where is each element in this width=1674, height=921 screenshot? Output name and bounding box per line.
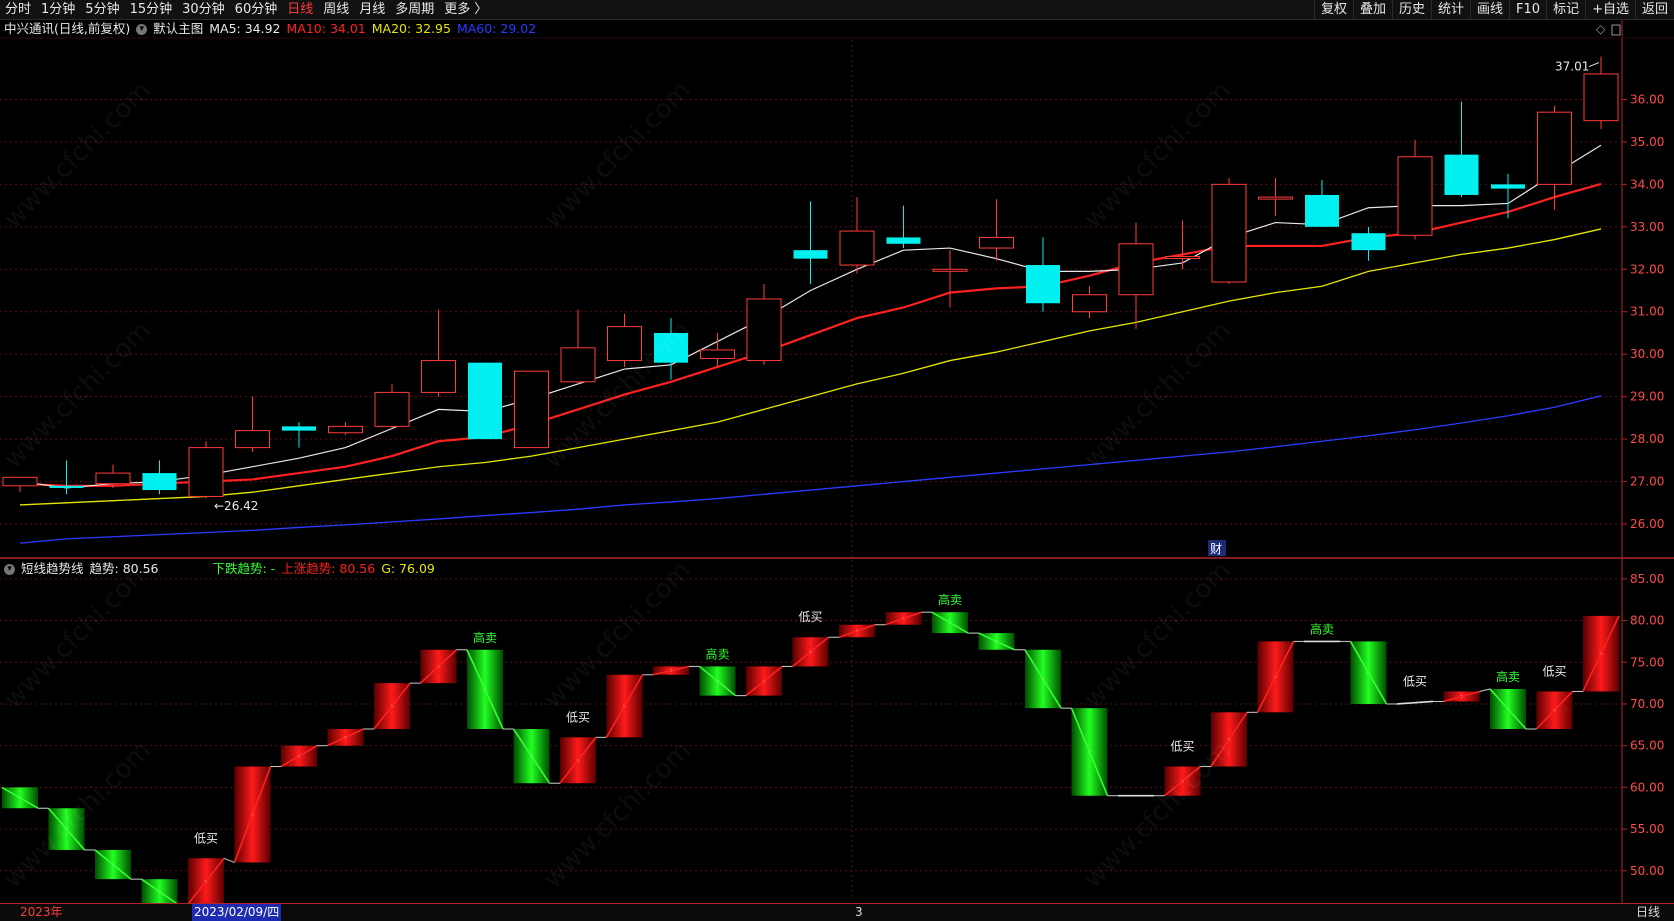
candle-body-11 xyxy=(514,370,549,449)
ma60-line xyxy=(19,395,1602,544)
candle-body-6 xyxy=(282,426,316,431)
month-label: 3 xyxy=(855,905,863,919)
signal-label-30: 低买 xyxy=(1403,674,1427,688)
candle-body-1 xyxy=(49,485,84,488)
candle-body-21 xyxy=(979,236,1014,249)
period-label[interactable]: 日线 xyxy=(1636,904,1660,921)
candle-body-18 xyxy=(839,230,875,266)
signal-label-4: 低买 xyxy=(194,831,218,845)
ma20-value: MA20: 32.95 xyxy=(371,21,451,36)
trend-connector-32 xyxy=(1479,688,1491,692)
fin-marker: 财 xyxy=(1210,542,1222,556)
main-tick-label-10: 36.00 xyxy=(1630,92,1664,106)
candle-body-25 xyxy=(1165,256,1200,260)
candle-body-33 xyxy=(1537,111,1572,185)
high-price-arrow xyxy=(1588,62,1600,68)
signal-label-15: 高卖 xyxy=(706,646,730,661)
sub-tick-label-3: 65.00 xyxy=(1630,739,1664,753)
main-tick-label-3: 29.00 xyxy=(1630,390,1664,404)
candle-body-13 xyxy=(607,326,642,362)
main-tick-label-9: 35.00 xyxy=(1630,135,1664,149)
g-value: G: 76.09 xyxy=(381,561,435,576)
sub-tick-label-5: 75.00 xyxy=(1630,655,1664,669)
candle-body-22 xyxy=(1026,265,1060,304)
trend-value: 趋势: 80.56 xyxy=(89,561,159,576)
candle-body-29 xyxy=(1351,233,1386,251)
candle-body-0 xyxy=(2,476,38,487)
signal-label-25: 低买 xyxy=(1171,740,1195,754)
candle-body-4 xyxy=(188,447,224,497)
candle-body-20 xyxy=(932,268,968,272)
main-tick-label-6: 32.00 xyxy=(1630,262,1664,276)
candle-body-24 xyxy=(1118,243,1154,296)
candle-body-17 xyxy=(793,250,828,259)
date-axis-bar: 2023年 2023/02/09/四 3 日线 xyxy=(0,903,1674,921)
signal-label-12: 低买 xyxy=(566,710,590,724)
diamond-icon: ◇ xyxy=(1596,22,1606,36)
main-tick-label-1: 27.00 xyxy=(1630,475,1664,489)
signal-label-33: 低买 xyxy=(1543,664,1567,678)
main-tick-label-0: 26.00 xyxy=(1630,517,1664,531)
template-toggle-icon[interactable]: ▾ xyxy=(136,23,148,35)
panel-toggle-icon xyxy=(1611,24,1621,36)
indicator-title[interactable]: 短线趋势线 xyxy=(21,560,84,578)
candle-body-15 xyxy=(700,349,735,359)
candle-body-10 xyxy=(468,362,502,440)
main-tick-label-2: 28.00 xyxy=(1630,432,1664,446)
main-tick-label-7: 33.00 xyxy=(1630,220,1664,234)
ma5-value: MA5: 34.92 xyxy=(209,21,281,36)
signal-label-10: 高卖 xyxy=(473,630,497,645)
candle-body-23 xyxy=(1072,294,1107,313)
candle-body-28 xyxy=(1305,194,1339,227)
main-tick-label-5: 31.00 xyxy=(1630,305,1664,319)
candle-body-32 xyxy=(1491,184,1525,189)
ma10-value: MA10: 34.01 xyxy=(286,21,366,36)
sub-tick-label-0: 50.00 xyxy=(1630,864,1664,878)
chart-canvas[interactable]: 26.00 27.00 28.00 29.00 30.00 31.00 32.00 33.00… xyxy=(0,0,1674,920)
sub-tick-label-7: 85.00 xyxy=(1630,572,1664,586)
year-label: 2023年 xyxy=(20,905,63,919)
sub-tick-label-6: 80.00 xyxy=(1630,614,1664,628)
candle-body-7 xyxy=(328,425,363,434)
up-trend-value: 上涨趋势: 80.56 xyxy=(281,561,376,576)
indicator-toggle-icon[interactable]: ▾ xyxy=(4,563,15,575)
candle-body-2 xyxy=(95,472,131,485)
trend-connector-5 xyxy=(223,857,235,863)
signal-label-32: 高卖 xyxy=(1496,669,1520,684)
candle-body-26 xyxy=(1211,183,1247,283)
stock-title[interactable]: 中兴通讯(日线,前复权) xyxy=(4,20,130,38)
template-name[interactable]: 默认主图 xyxy=(153,20,203,38)
candle-body-30 xyxy=(1397,156,1433,236)
candle-body-8 xyxy=(374,391,410,427)
ma60-value: MA60: 29.02 xyxy=(456,21,537,36)
candle-body-12 xyxy=(560,347,596,383)
sub-chart-legend: ▾ 短线趋势线 趋势: 80.56 下跌趋势: - 上涨趋势: 80.56 G:… xyxy=(4,560,435,578)
main-chart-legend: 中兴通讯(日线,前复权) ▾ 默认主图 MA5: 34.92 MA10: 34.… xyxy=(4,20,536,38)
signal-label-28: 高卖 xyxy=(1310,621,1334,636)
selected-date: 2023/02/09/四 xyxy=(192,904,282,921)
main-tick-label-8: 34.00 xyxy=(1630,177,1664,191)
sub-tick-label-1: 55.00 xyxy=(1630,822,1664,836)
candle-body-31 xyxy=(1444,154,1479,195)
candle-body-9 xyxy=(421,360,456,393)
sub-tick-label-4: 70.00 xyxy=(1630,697,1664,711)
signal-label-17: 低买 xyxy=(799,610,823,624)
candle-body-16 xyxy=(746,298,782,362)
low-price-label: ←26.42 xyxy=(214,499,258,513)
sub-tick-label-2: 60.00 xyxy=(1630,780,1664,794)
candle-body-3 xyxy=(142,473,177,491)
candle-body-5 xyxy=(235,430,270,449)
candle-body-27 xyxy=(1258,196,1293,200)
candle-body-34 xyxy=(1583,73,1619,122)
down-trend-value: 下跌趋势: - xyxy=(212,561,276,576)
main-tick-label-4: 30.00 xyxy=(1630,347,1664,361)
candle-body-19 xyxy=(886,237,921,244)
candle-body-14 xyxy=(654,332,688,363)
high-price-label: 37.01 xyxy=(1555,60,1589,74)
signal-label-20: 高卖 xyxy=(938,592,962,607)
